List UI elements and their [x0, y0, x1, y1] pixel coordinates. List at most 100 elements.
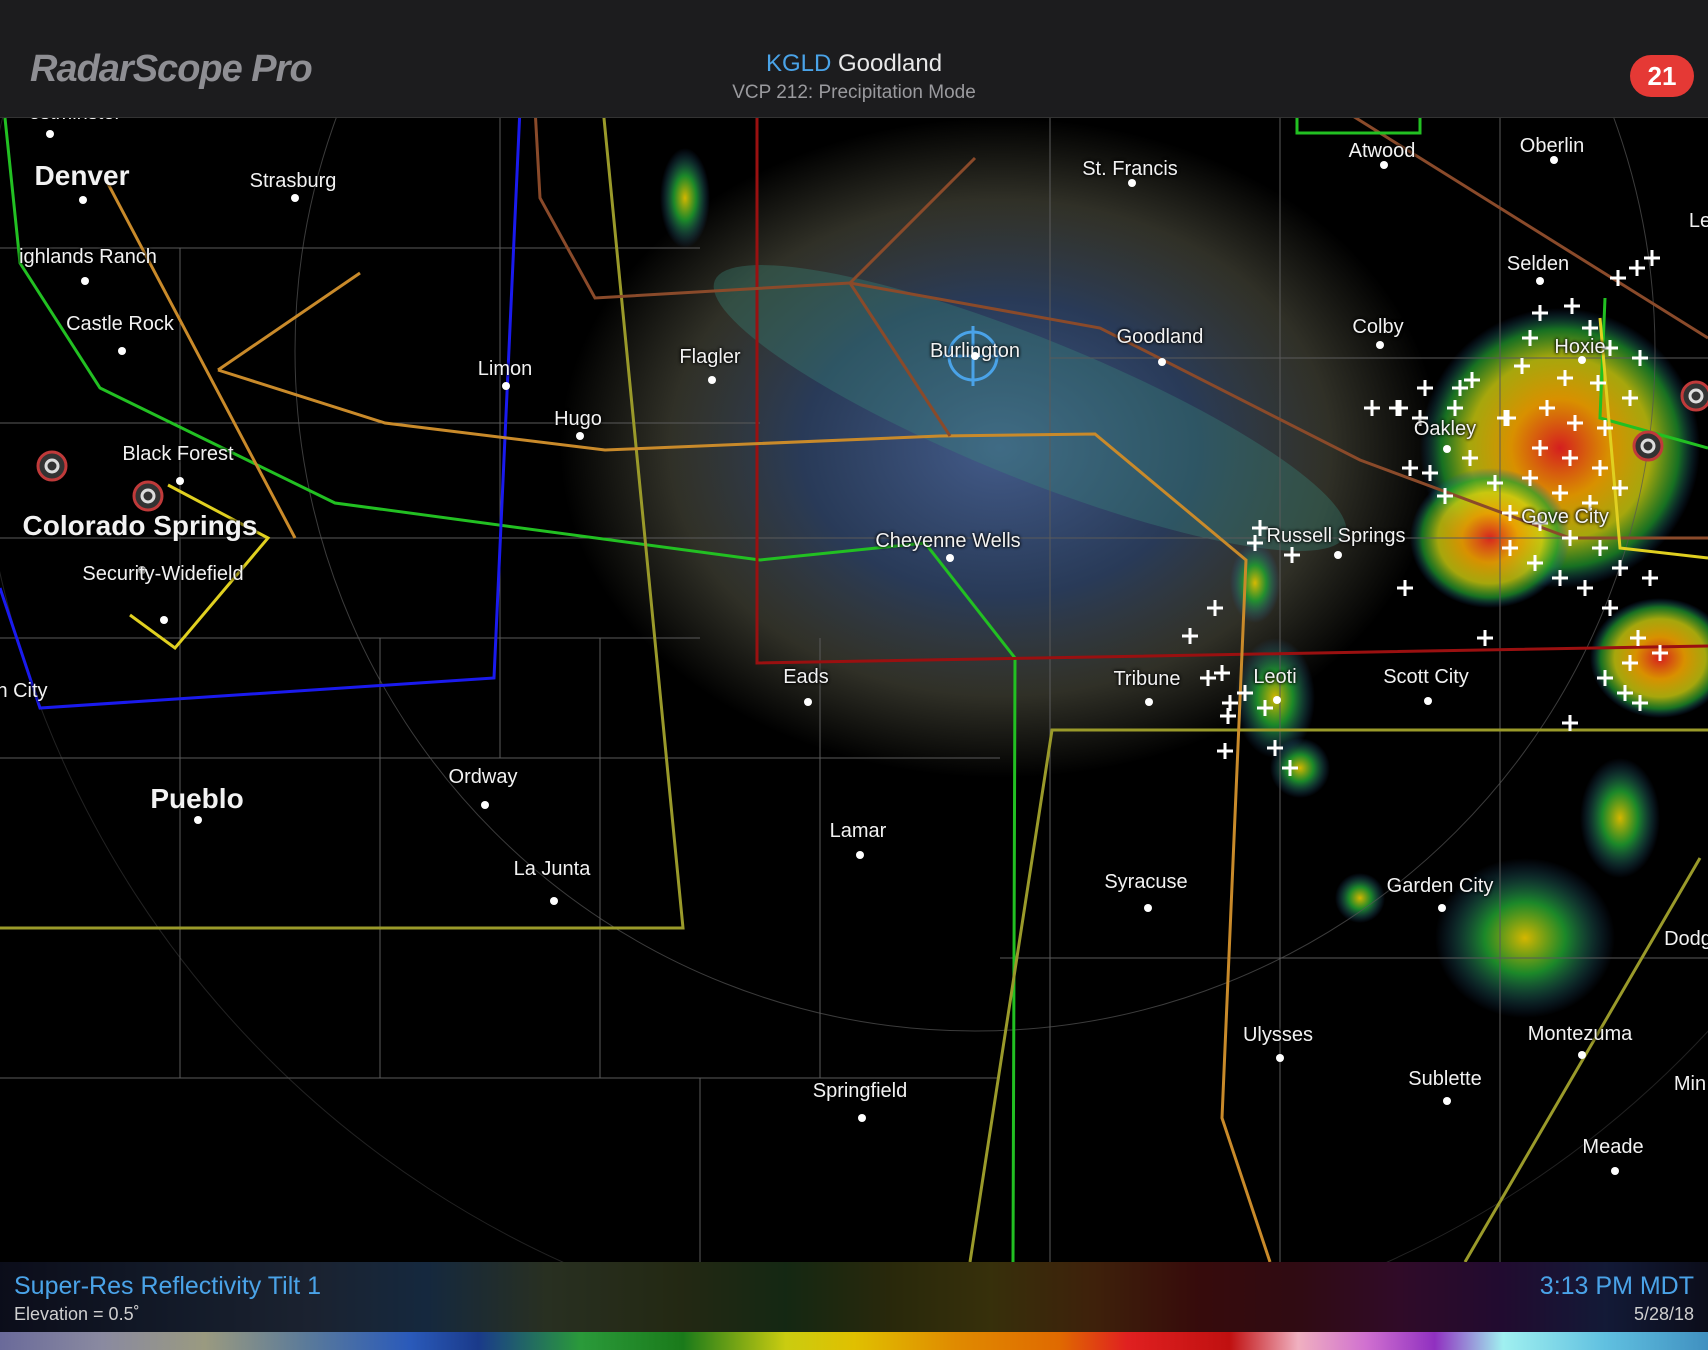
city-dot — [481, 801, 489, 809]
city-label: Castle Rock — [66, 313, 174, 335]
city-dot — [160, 616, 168, 624]
bottom-bar[interactable]: Super-Res Reflectivity Tilt 1 Elevation … — [0, 1262, 1708, 1350]
city-label: Atwood — [1348, 140, 1416, 162]
storm-cell-east — [1590, 598, 1708, 718]
lightning-strike-icon — [1477, 630, 1493, 646]
city-dot — [858, 1114, 866, 1122]
product-label[interactable]: Super-Res Reflectivity Tilt 1 — [14, 1272, 321, 1301]
city-dot — [1550, 156, 1558, 164]
city-label: Goodland — [1116, 326, 1204, 348]
city-dot — [1144, 904, 1152, 912]
city-label: Colorado Springs — [22, 510, 258, 541]
warning-blue — [0, 118, 522, 710]
color-scale-bar — [0, 1332, 1708, 1350]
city-dot — [1273, 696, 1281, 704]
city-dot — [1438, 904, 1446, 912]
city-dot — [1536, 277, 1544, 285]
station-name[interactable]: Goodland — [838, 50, 942, 77]
city-label: Strasburg — [249, 170, 337, 192]
city-label: Scott City — [1383, 666, 1469, 688]
city-label: Min — [1673, 1073, 1707, 1095]
alert-count-badge[interactable]: 21 — [1630, 55, 1694, 97]
city-label: La Junta — [513, 858, 591, 880]
lightning-strike-icon — [1629, 260, 1645, 276]
station-selector[interactable]: KGLD Goodland — [0, 50, 1708, 78]
city-dot — [946, 554, 954, 562]
storm-cell-north — [1230, 543, 1280, 623]
city-dot — [1145, 698, 1153, 706]
city-label: Cheyenne Wells — [875, 530, 1021, 552]
city-dot — [1376, 341, 1384, 349]
lightning-strike-icon — [1217, 743, 1233, 759]
city-label: Sublette — [1408, 1068, 1482, 1090]
city-label: Oberlin — [1519, 135, 1585, 157]
city-dot — [1424, 697, 1432, 705]
city-dot — [194, 816, 202, 824]
city-dot — [1578, 356, 1586, 364]
city-dot — [502, 382, 510, 390]
city-label: ighlands Ranch — [19, 246, 157, 268]
city-label: Le — [1688, 210, 1708, 232]
vcp-mode: VCP 212: Precipitation Mode — [732, 82, 976, 103]
station-code[interactable]: KGLD — [766, 50, 831, 77]
city-dot — [804, 698, 812, 706]
city-dot — [1578, 1051, 1586, 1059]
city-label: Ordway — [448, 766, 518, 788]
city-dot — [856, 851, 864, 859]
city-label: Garden City — [1386, 875, 1494, 897]
city-dot — [291, 194, 299, 202]
city-dot — [1158, 358, 1166, 366]
city-label: Flagler — [679, 346, 741, 368]
city-label: Selden — [1506, 253, 1570, 275]
city-dot — [708, 376, 716, 384]
city-label: Oakley — [1413, 418, 1477, 440]
city-dot — [1443, 1097, 1451, 1105]
city-dot — [1611, 1167, 1619, 1175]
elevation-label: Elevation = 0.5˚ — [14, 1304, 140, 1324]
city-label: Gove City — [1521, 506, 1609, 528]
city-label: Syracuse — [1104, 871, 1188, 893]
top-bar: RadarScope Pro KGLD Goodland VCP 212: Pr… — [0, 0, 1708, 118]
storm-cell-west — [660, 148, 710, 248]
city-dot — [971, 352, 979, 360]
city-label: Montezuma — [1527, 1023, 1633, 1045]
city-label: Denver — [34, 160, 130, 191]
warning-orange-2 — [217, 271, 361, 372]
warning-orange — [103, 177, 297, 539]
city-label: Eads — [783, 666, 829, 688]
city-dot — [81, 277, 89, 285]
city-label: Hugo — [554, 408, 602, 430]
city-label: Springfield — [812, 1080, 908, 1102]
city-dot — [1334, 551, 1342, 559]
city-dot — [176, 477, 184, 485]
scan-time: 3:13 PM MDT — [1539, 1272, 1694, 1300]
city-label: Tribune — [1113, 668, 1181, 690]
city-dot — [1380, 161, 1388, 169]
city-label: Limon — [477, 358, 533, 380]
city-label: Meade — [1582, 1136, 1644, 1158]
city-label: Security-Widefield — [82, 563, 244, 585]
storm-cell-south-east — [1580, 758, 1660, 878]
city-label: Pueblo — [150, 783, 244, 814]
city-label: Colby — [1352, 316, 1404, 338]
city-label: Leoti — [1253, 666, 1297, 688]
city-label: Dodg — [1664, 928, 1708, 950]
city-label: Russell Springs — [1266, 525, 1406, 547]
radar-map[interactable]: estminster Denver Strasburg ighlands Ranch C… — [0, 118, 1708, 1262]
city-dot — [576, 432, 584, 440]
city-label: Black Forest — [122, 443, 234, 465]
city-dot — [46, 130, 54, 138]
city-label: St. Francis — [1082, 158, 1178, 180]
city-dot — [1128, 179, 1136, 187]
city-dot — [118, 347, 126, 355]
city-label: Ulysses — [1242, 1024, 1314, 1046]
city-dot — [1276, 1054, 1284, 1062]
city-dot — [550, 897, 558, 905]
lightning-strike-icon — [1644, 250, 1660, 266]
city-label: n City — [0, 680, 48, 702]
scan-date: 5/28/18 — [1633, 1304, 1694, 1324]
city-label: estminster — [29, 118, 121, 125]
storm-cell-scatter2 — [1335, 873, 1385, 923]
city-label: Lamar — [829, 820, 887, 842]
lightning-strike-icon — [1642, 570, 1658, 586]
